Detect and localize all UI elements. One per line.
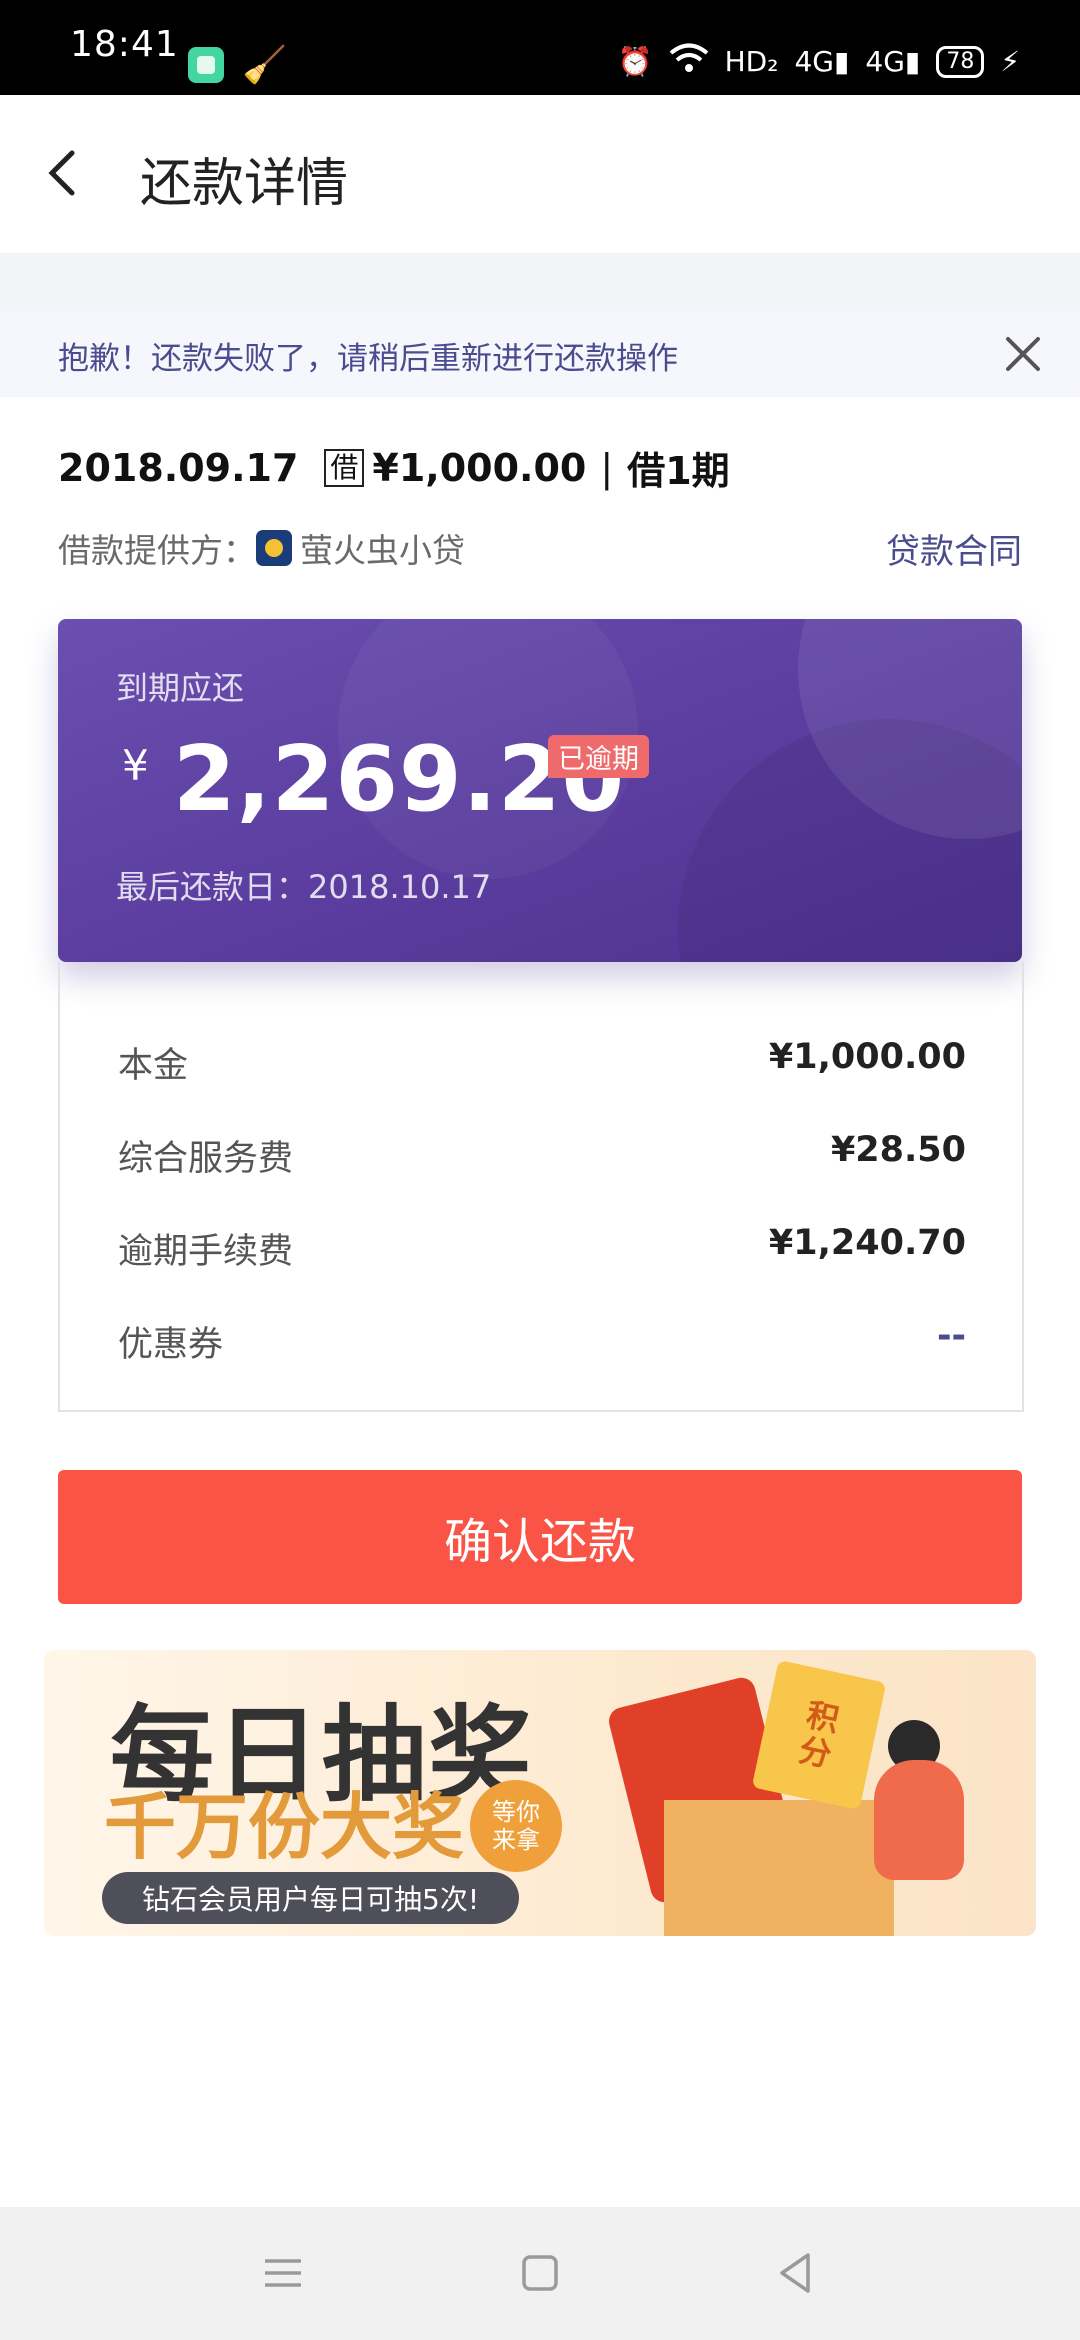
gift-box-illustration xyxy=(664,1800,894,1936)
back-nav-button[interactable] xyxy=(768,2245,824,2301)
signal-1-icon: 4G▮ xyxy=(794,45,850,78)
page-title: 还款详情 xyxy=(140,154,349,214)
detail-row-overdue-fee: 逾期手续费 ¥1,240.70 xyxy=(118,1223,966,1274)
overdue-badge: 已逾期 xyxy=(548,735,649,778)
status-bar: 18:41 🧹 ⏰ HD₂ 4G▮ 4G▮ 78 ⚡ xyxy=(0,0,1080,95)
banner-badge-line2: 来拿 xyxy=(492,1826,540,1854)
last-due-date: 最后还款日：2018.10.17 xyxy=(116,868,492,906)
provider-info: 借款提供方： 萤火虫小贷 xyxy=(58,524,465,572)
detail-row-principal: 本金 ¥1,000.00 xyxy=(118,1037,966,1088)
loan-amount: ¥1,000.00 xyxy=(372,445,587,490)
detail-label: 综合服务费 xyxy=(118,1139,294,1179)
menu-nav-button[interactable] xyxy=(255,2245,311,2301)
close-icon xyxy=(1006,337,1040,371)
currency-symbol: ¥ xyxy=(122,741,149,790)
loan-summary: 2018.09.17 借 ¥1,000.00 | 借1期 xyxy=(58,440,730,495)
network-type-label: HD₂ xyxy=(724,45,779,78)
loan-date: 2018.09.17 xyxy=(58,445,299,490)
banner-badge-line1: 等你 xyxy=(492,1798,540,1826)
banner-badge: 等你 来拿 xyxy=(470,1780,562,1872)
detail-value: ¥1,240.70 xyxy=(768,1223,966,1263)
ticket-line2: 分 xyxy=(795,1730,835,1775)
detail-value: ¥28.50 xyxy=(830,1130,966,1170)
points-ticket-illustration: 积分 xyxy=(751,1659,887,1811)
provider-name: 萤火虫小贷 xyxy=(300,531,465,570)
signal-1-label: 4G xyxy=(794,45,834,78)
notice-close-button[interactable] xyxy=(1000,331,1046,377)
detail-value: -- xyxy=(936,1316,966,1356)
detail-label: 逾期手续费 xyxy=(118,1232,294,1272)
due-amount-card: 到期应还 ¥ 2,269.20 已逾期 最后还款日：2018.10.17 xyxy=(58,619,1022,962)
section-divider xyxy=(0,253,1080,311)
cleaner-icon: 🧹 xyxy=(242,45,287,86)
borrow-tag: 借 xyxy=(324,448,365,487)
loan-separator: | xyxy=(600,445,614,490)
charging-icon: ⚡ xyxy=(1000,45,1020,78)
home-nav-button[interactable] xyxy=(512,2245,568,2301)
fee-details: 本金 ¥1,000.00 综合服务费 ¥28.50 逾期手续费 ¥1,240.7… xyxy=(58,962,1024,1412)
status-time: 18:41 xyxy=(70,24,179,65)
provider-logo-icon xyxy=(256,530,292,566)
detail-label: 本金 xyxy=(118,1046,189,1086)
signal-2-label: 4G xyxy=(865,45,905,78)
banner-note: 钻石会员用户每日可抽5次! xyxy=(102,1872,520,1924)
detail-value: ¥1,000.00 xyxy=(768,1037,966,1077)
lottery-banner[interactable]: 每日抽奖 千万份大奖 等你 来拿 钻石会员用户每日可抽5次! 积分 xyxy=(44,1650,1036,1936)
due-label: 到期应还 xyxy=(116,669,245,707)
menu-icon xyxy=(265,2259,301,2287)
back-button[interactable] xyxy=(36,143,96,203)
failure-notice: 抱歉！还款失败了，请稍后重新进行还款操作 xyxy=(0,311,1080,397)
person-illustration xyxy=(874,1760,964,1880)
status-icons: ⏰ HD₂ 4G▮ 4G▮ 78 ⚡ xyxy=(618,42,1020,81)
detail-label: 优惠券 xyxy=(118,1325,224,1365)
home-square-icon xyxy=(522,2255,558,2291)
detail-row-service-fee: 综合服务费 ¥28.50 xyxy=(118,1130,966,1181)
app-header: 还款详情 xyxy=(0,95,1080,253)
battery-icon: 78 xyxy=(936,45,985,78)
confirm-repayment-button[interactable]: 确认还款 xyxy=(58,1470,1022,1604)
banner-subtitle: 千万份大奖 xyxy=(104,1784,465,1869)
detail-row-coupon[interactable]: 优惠券 -- xyxy=(118,1316,966,1367)
app-notification-icon xyxy=(188,47,224,83)
system-nav-bar xyxy=(0,2207,1080,2340)
provider-label: 借款提供方： xyxy=(58,531,256,570)
signal-2-icon: 4G▮ xyxy=(865,45,921,78)
back-triangle-icon xyxy=(780,2253,810,2293)
loan-contract-link[interactable]: 贷款合同 xyxy=(886,524,1022,573)
loan-periods: 借1期 xyxy=(627,449,730,493)
notice-text: 抱歉！还款失败了，请稍后重新进行还款操作 xyxy=(58,341,678,377)
alarm-icon: ⏰ xyxy=(617,45,653,78)
chevron-left-icon xyxy=(48,150,75,196)
wifi-icon xyxy=(669,42,709,81)
